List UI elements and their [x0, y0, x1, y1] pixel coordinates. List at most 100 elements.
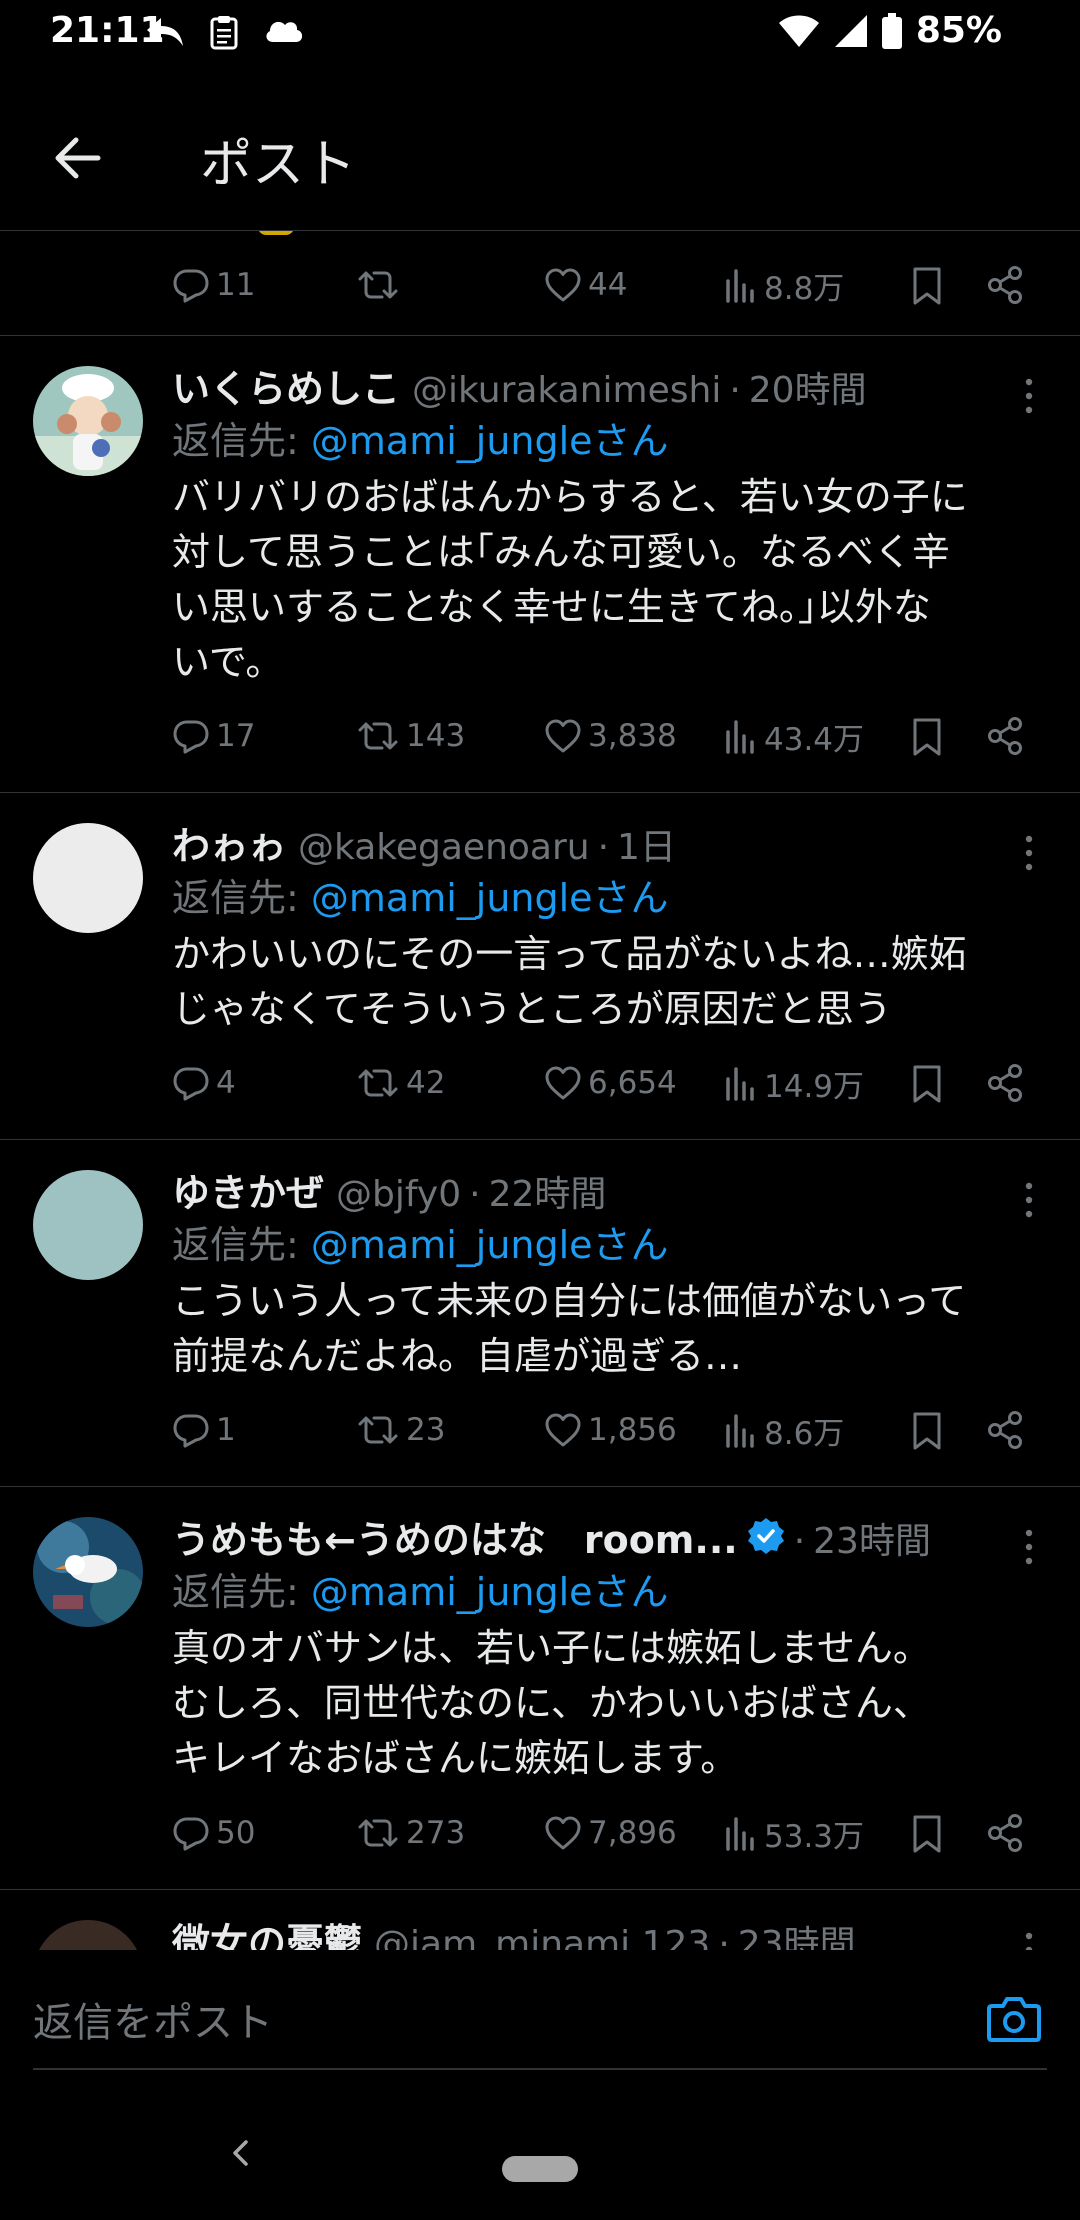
- display-name[interactable]: ゆきかぜ: [172, 1162, 324, 1217]
- avatar[interactable]: [33, 1170, 143, 1280]
- replies-feed[interactable]: 11 44 8.8万 いくらめしこ @ikurakanimeshi · 20時間…: [0, 231, 1080, 1951]
- share-icon[interactable]: [986, 1047, 1024, 1119]
- post-time: 23時間: [813, 1521, 931, 1562]
- display-name[interactable]: わゎゎ: [172, 815, 286, 870]
- reply-button[interactable]: 11: [172, 249, 255, 321]
- camera-icon[interactable]: [986, 1994, 1042, 2044]
- post-text: バリバリのおばはんからすると、若い女の子に 対して思うことは｢みんな可愛い。なる…: [172, 470, 1050, 690]
- avatar[interactable]: [33, 1920, 143, 1951]
- bookmark-icon[interactable]: [910, 1047, 944, 1119]
- repost-button[interactable]: 23: [356, 1394, 445, 1466]
- separator-dot: ·: [793, 1521, 806, 1562]
- like-button[interactable]: 7,896: [544, 1797, 677, 1869]
- reply-icon: [173, 1067, 209, 1101]
- reply-post[interactable]: うめもも←うめのはな room... · 23時間 返信先: @mami_jun…: [0, 1487, 1080, 1890]
- views-button[interactable]: 8.6万: [724, 1394, 844, 1466]
- bookmark-icon[interactable]: [910, 1797, 944, 1869]
- repost-count: 23: [406, 1412, 446, 1448]
- post-header: わゎゎ @kakegaenoaru · 1日: [172, 815, 1050, 869]
- post-text-line: い思いすることなく幸せに生きてね。｣以外な: [172, 585, 931, 629]
- views-chart-icon: [726, 269, 754, 303]
- nav-back-icon[interactable]: [226, 2138, 256, 2168]
- reply-button[interactable]: 4: [172, 1047, 236, 1119]
- clipboard-icon: [210, 16, 238, 50]
- separator-dot: ·: [729, 370, 741, 411]
- bird-avatar-image: [33, 1517, 143, 1627]
- views-button[interactable]: 53.3万: [724, 1797, 864, 1869]
- views-button[interactable]: 43.4万: [724, 700, 864, 772]
- replying-to-label: 返信先:: [172, 1223, 311, 1267]
- share-icon[interactable]: [986, 1394, 1024, 1466]
- avatar[interactable]: [33, 1517, 143, 1627]
- reply-icon: [173, 720, 209, 754]
- like-count: 7,896: [588, 1815, 677, 1851]
- user-handle[interactable]: @ikurakanimeshi: [412, 370, 721, 411]
- repost-button[interactable]: 273: [356, 1797, 465, 1869]
- bookmark-icon[interactable]: [910, 700, 944, 772]
- bookmark-icon[interactable]: [910, 249, 944, 321]
- user-handle[interactable]: @bjfy0: [336, 1174, 461, 1215]
- page-title: ポスト: [200, 135, 357, 195]
- replying-to-label: 返信先:: [172, 876, 311, 920]
- share-icon[interactable]: [986, 1797, 1024, 1869]
- home-pill[interactable]: [502, 2156, 578, 2182]
- status-notification-icons: [145, 14, 305, 50]
- user-handle[interactable]: @iam_minami 123: [374, 1924, 710, 1951]
- views-button[interactable]: 8.8万: [724, 249, 844, 321]
- post-time: 20時間: [748, 370, 867, 411]
- battery-percentage: 85%: [915, 10, 1002, 51]
- repost-button[interactable]: 42: [356, 1047, 445, 1119]
- chef-character-avatar-image: [33, 366, 143, 476]
- display-name[interactable]: うめもも←うめのはな room...: [172, 1509, 738, 1564]
- share-icon[interactable]: [986, 700, 1024, 772]
- signal-icon: [834, 14, 867, 47]
- post-time: 23時間: [737, 1924, 856, 1951]
- avatar[interactable]: [33, 366, 143, 476]
- reply-count: 11: [216, 267, 256, 303]
- display-name[interactable]: いくらめしこ: [172, 358, 400, 413]
- like-button[interactable]: 44: [544, 249, 627, 321]
- reply-button[interactable]: 50: [172, 1797, 255, 1869]
- avatar[interactable]: [33, 823, 143, 933]
- heart-icon: [545, 1066, 581, 1100]
- post-text: かわいいのにその一言って品がないよね…嫉妬 じゃなくてそういうところが原因だと思…: [172, 927, 1050, 1037]
- display-name[interactable]: 微女の憂鬱: [172, 1912, 362, 1951]
- reply-input[interactable]: 返信をポスト: [33, 1990, 273, 2048]
- post-text-line: こういう人って未来の自分には価値がないって: [172, 1279, 967, 1323]
- reply-composer: 返信をポスト: [0, 1950, 1080, 2070]
- reply-post[interactable]: わゎゎ @kakegaenoaru · 1日 返信先: @mami_jungle…: [0, 793, 1080, 1140]
- reply-icon: [173, 1817, 209, 1851]
- like-button[interactable]: 3,838: [544, 700, 677, 772]
- mention-link[interactable]: @mami_jungleさん: [311, 1570, 669, 1614]
- replying-to-label: 返信先:: [172, 419, 311, 463]
- views-button[interactable]: 14.9万: [724, 1047, 864, 1119]
- reply-button[interactable]: 1: [172, 1394, 236, 1466]
- repost-count: 143: [406, 718, 466, 754]
- views-count: 14.9万: [764, 1068, 865, 1105]
- reply-count: 1: [216, 1412, 236, 1448]
- post-text-line: かわいいのにその一言って品がないよね…嫉妬: [172, 932, 967, 976]
- back-arrow-icon[interactable]: [48, 128, 108, 188]
- previous-post-partial: 11 44 8.8万: [0, 231, 1080, 336]
- repost-button[interactable]: 143: [356, 700, 465, 772]
- repost-icon: [358, 1416, 398, 1444]
- reply-post[interactable]: 微女の憂鬱 @iam_minami 123 · 23時間: [0, 1890, 1080, 1951]
- like-button[interactable]: 6,654: [544, 1047, 677, 1119]
- views-chart-icon: [726, 720, 754, 754]
- share-icon[interactable]: [986, 249, 1024, 321]
- repost-button[interactable]: [356, 249, 406, 321]
- post-text-line: じゃなくてそういうところが原因だと思う: [172, 987, 892, 1031]
- post-header: 微女の憂鬱 @iam_minami 123 · 23時間: [172, 1912, 1050, 1951]
- bookmark-icon[interactable]: [910, 1394, 944, 1466]
- mention-link[interactable]: @mami_jungleさん: [311, 876, 669, 920]
- repost-icon: [358, 271, 398, 299]
- reply-post[interactable]: ゆきかぜ @bjfy0 · 22時間 返信先: @mami_jungleさん こ…: [0, 1140, 1080, 1487]
- mention-link[interactable]: @mami_jungleさん: [311, 1223, 669, 1267]
- reply-button[interactable]: 17: [172, 700, 255, 772]
- verified-badge-icon: [747, 1518, 784, 1554]
- mention-link[interactable]: @mami_jungleさん: [311, 419, 669, 463]
- views-chart-icon: [726, 1067, 754, 1101]
- user-handle[interactable]: @kakegaenoaru: [298, 827, 590, 868]
- reply-post[interactable]: いくらめしこ @ikurakanimeshi · 20時間 返信先: @mami…: [0, 336, 1080, 793]
- like-button[interactable]: 1,856: [544, 1394, 677, 1466]
